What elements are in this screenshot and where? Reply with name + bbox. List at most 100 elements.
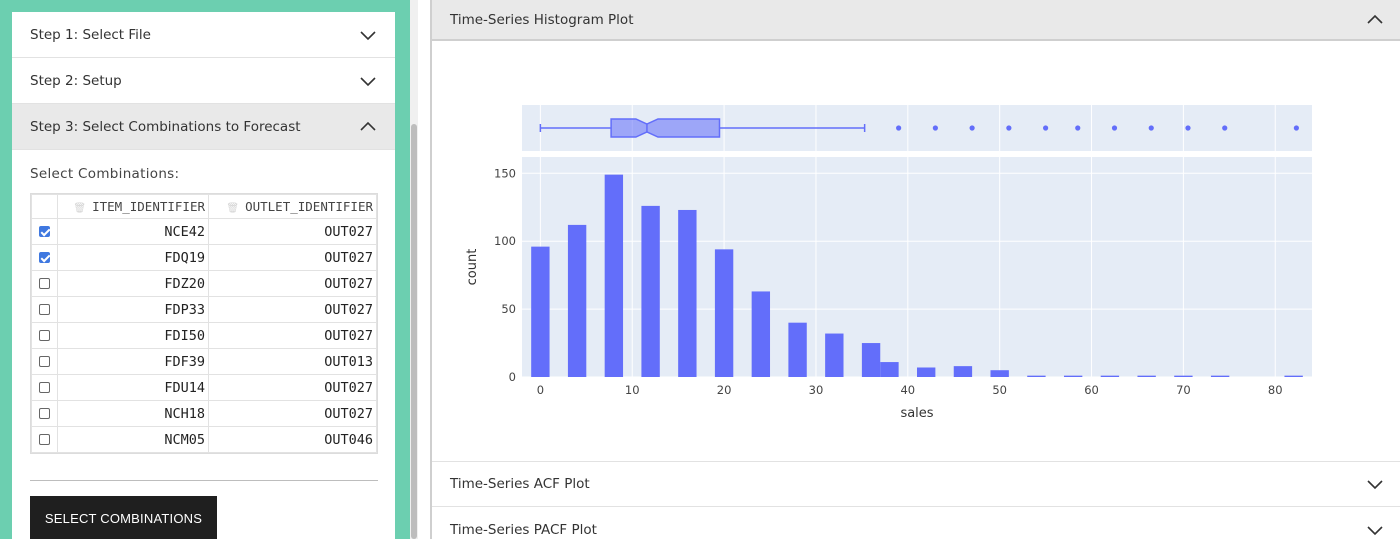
row-checkbox[interactable] bbox=[39, 304, 50, 315]
table-row[interactable]: FDP33 OUT027 bbox=[31, 296, 377, 323]
row-checkbox[interactable] bbox=[39, 408, 50, 419]
item-identifier-cell: FDZ20 bbox=[57, 270, 209, 297]
row-checkbox-cell bbox=[31, 218, 58, 245]
row-checkbox-cell bbox=[31, 322, 58, 349]
histogram-bar bbox=[1284, 375, 1303, 377]
histogram-bar bbox=[880, 362, 899, 377]
boxplot-outlier-point bbox=[1185, 125, 1191, 131]
histogram-chart: 0 10 20 30 40 50 60 70 80 0 50 100 150 sales count bbox=[465, 105, 1312, 421]
column-header-item[interactable]: 🗑 ITEM_IDENTIFIER bbox=[57, 194, 209, 219]
select-all-cell bbox=[31, 194, 58, 219]
x-tick-label: 40 bbox=[900, 383, 915, 397]
select-combinations-button[interactable]: SELECT COMBINATIONS bbox=[30, 496, 217, 539]
histogram-bar bbox=[604, 174, 624, 377]
histogram-bar bbox=[531, 246, 550, 377]
divider bbox=[30, 480, 378, 481]
histogram-bar bbox=[990, 370, 1009, 377]
item-identifier-cell: FDF39 bbox=[57, 348, 209, 375]
boxplot-outlier-point bbox=[1222, 125, 1228, 131]
x-tick-label: 20 bbox=[717, 383, 732, 397]
row-checkbox[interactable] bbox=[39, 278, 50, 289]
histogram-bar bbox=[751, 291, 771, 377]
accordion-pacf[interactable]: Time-Series PACF Plot bbox=[432, 507, 1400, 539]
row-checkbox[interactable] bbox=[39, 382, 50, 393]
row-checkbox[interactable] bbox=[39, 330, 50, 341]
row-checkbox[interactable] bbox=[39, 226, 50, 237]
row-checkbox[interactable] bbox=[39, 252, 50, 263]
boxplot-outlier-point bbox=[969, 125, 975, 131]
item-identifier-cell: NCM05 bbox=[57, 426, 209, 453]
table-row[interactable]: FDQ19 OUT027 bbox=[31, 244, 377, 271]
table-row[interactable]: FDZ20 OUT027 bbox=[31, 270, 377, 297]
item-identifier-cell: NCH18 bbox=[57, 400, 209, 427]
select-combinations-label: Select Combinations: bbox=[30, 166, 180, 182]
grid-header-row: 🗑 ITEM_IDENTIFIER 🗑 OUTLET_IDENTIFIER bbox=[31, 194, 377, 219]
table-row[interactable]: NCM05 OUT046 bbox=[31, 426, 377, 453]
histogram-bar bbox=[861, 343, 881, 377]
histogram-bar bbox=[1027, 375, 1046, 377]
column-header-outlet[interactable]: 🗑 OUTLET_IDENTIFIER bbox=[208, 194, 377, 219]
accordion-step2[interactable]: Step 2: Setup bbox=[12, 58, 395, 104]
y-tick-label: 100 bbox=[494, 234, 516, 248]
row-checkbox-cell bbox=[31, 270, 58, 297]
histogram-bar bbox=[1100, 375, 1120, 377]
table-row[interactable]: FDU14 OUT027 bbox=[31, 374, 377, 401]
trash-icon: 🗑 bbox=[226, 203, 240, 214]
histogram-area bbox=[522, 157, 1312, 377]
table-row[interactable]: FDI50 OUT027 bbox=[31, 322, 377, 349]
row-checkbox[interactable] bbox=[39, 434, 50, 445]
trash-icon: 🗑 bbox=[73, 203, 87, 214]
accordion-step2-label: Step 2: Setup bbox=[30, 72, 122, 89]
item-identifier-cell: NCE42 bbox=[57, 218, 209, 245]
table-row[interactable]: FDF39 OUT013 bbox=[31, 348, 377, 375]
x-tick-label: 30 bbox=[809, 383, 824, 397]
boxplot-outlier-point bbox=[1043, 125, 1049, 131]
histogram-bar bbox=[1210, 375, 1230, 377]
outlet-identifier-cell: OUT027 bbox=[208, 322, 377, 349]
column-header-item-label: ITEM_IDENTIFIER bbox=[92, 199, 205, 214]
y-axis-title: count bbox=[465, 249, 480, 286]
histogram-bar bbox=[641, 205, 660, 377]
chevron-up-icon bbox=[360, 121, 376, 131]
chevron-up-icon bbox=[1367, 14, 1383, 24]
item-identifier-cell: FDI50 bbox=[57, 322, 209, 349]
outlet-identifier-cell: OUT027 bbox=[208, 244, 377, 271]
accordion-step1-label: Step 1: Select File bbox=[30, 26, 151, 43]
scrollbar-thumb[interactable] bbox=[411, 124, 417, 539]
accordion-step1[interactable]: Step 1: Select File bbox=[12, 12, 395, 58]
boxplot-outlier-point bbox=[1075, 125, 1081, 131]
x-tick-label: 50 bbox=[992, 383, 1007, 397]
y-tick-label: 0 bbox=[509, 370, 516, 384]
chevron-down-icon bbox=[360, 76, 376, 86]
accordion-histogram[interactable]: Time-Series Histogram Plot bbox=[432, 0, 1400, 41]
accordion-step3[interactable]: Step 3: Select Combinations to Forecast bbox=[12, 104, 395, 150]
outlet-identifier-cell: OUT027 bbox=[208, 270, 377, 297]
outlet-identifier-cell: OUT027 bbox=[208, 218, 377, 245]
histogram-bar bbox=[953, 366, 973, 377]
row-checkbox-cell bbox=[31, 348, 58, 375]
outlet-identifier-cell: OUT027 bbox=[208, 296, 377, 323]
histogram-bar bbox=[917, 367, 936, 377]
accordion-step3-label: Step 3: Select Combinations to Forecast bbox=[30, 118, 301, 135]
outlet-identifier-cell: OUT046 bbox=[208, 426, 377, 453]
y-tick-label: 50 bbox=[501, 302, 516, 316]
right-panel: Time-Series Histogram Plot 0 10 20 30 40 50 60… bbox=[430, 0, 1400, 539]
row-checkbox-cell bbox=[31, 374, 58, 401]
item-identifier-cell: FDU14 bbox=[57, 374, 209, 401]
accordion-acf-label: Time-Series ACF Plot bbox=[450, 476, 590, 492]
y-tick-label: 150 bbox=[494, 166, 516, 180]
histogram-bar bbox=[825, 333, 844, 377]
table-row[interactable]: NCE42 OUT027 bbox=[31, 218, 377, 245]
accordion-acf[interactable]: Time-Series ACF Plot bbox=[432, 461, 1400, 507]
column-header-outlet-label: OUTLET_IDENTIFIER bbox=[245, 199, 373, 214]
histogram-bar bbox=[714, 249, 734, 377]
outlet-identifier-cell: OUT027 bbox=[208, 374, 377, 401]
boxplot-outlier-point bbox=[1006, 125, 1012, 131]
row-checkbox[interactable] bbox=[39, 356, 50, 367]
combinations-grid: 🗑 ITEM_IDENTIFIER 🗑 OUTLET_IDENTIFIER NCE4… bbox=[30, 193, 378, 454]
x-tick-label: 70 bbox=[1176, 383, 1191, 397]
table-row[interactable]: NCH18 OUT027 bbox=[31, 400, 377, 427]
outlet-identifier-cell: OUT027 bbox=[208, 400, 377, 427]
accordion-pacf-label: Time-Series PACF Plot bbox=[450, 521, 597, 538]
histogram-bar bbox=[1174, 375, 1193, 377]
